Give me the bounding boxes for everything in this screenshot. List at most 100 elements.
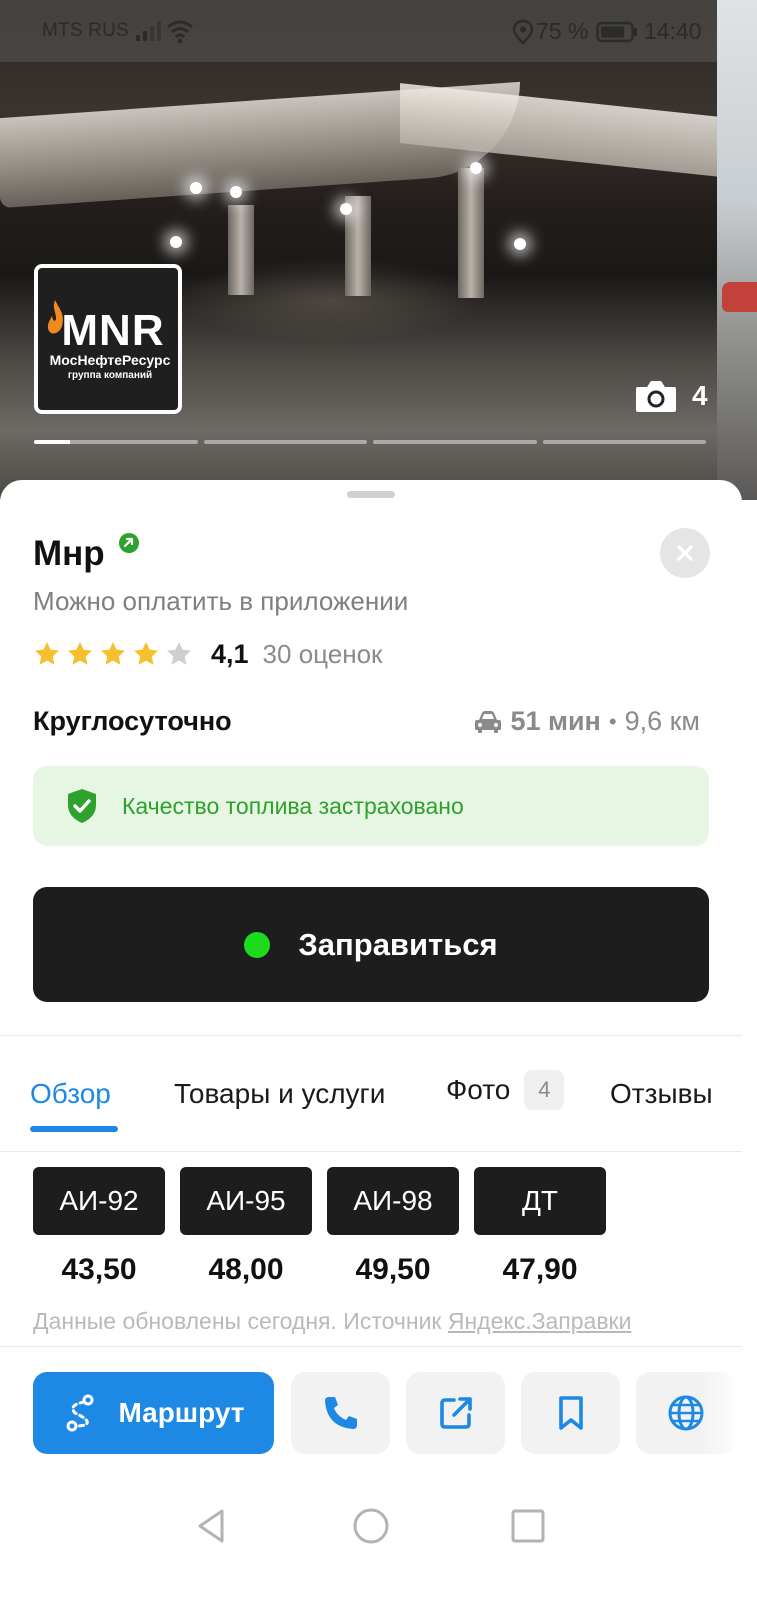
section-divider xyxy=(0,1035,742,1036)
tab-label: Фото xyxy=(446,1074,511,1105)
source-link[interactable]: Яндекс.Заправки xyxy=(448,1308,632,1334)
route-button[interactable]: Маршрут xyxy=(33,1372,274,1454)
place-title: Мнр xyxy=(33,534,105,573)
rating-row[interactable]: 4,1 30 оценок xyxy=(33,636,382,672)
fuel-type: АИ-92 xyxy=(33,1167,165,1235)
sheet-grabber[interactable] xyxy=(347,491,395,498)
next-photo-car xyxy=(722,282,757,312)
rating-count[interactable]: 30 оценок xyxy=(263,639,383,670)
close-button[interactable] xyxy=(660,528,710,578)
fuel-type: ДТ xyxy=(474,1167,606,1235)
status-bar: MTS RUS 75 % 14:40 xyxy=(0,0,717,62)
place-card-sheet: Мнр Можно оплатить в приложении 4,1 30 о… xyxy=(0,480,742,1600)
eta-separator: • xyxy=(608,708,617,734)
share-button[interactable] xyxy=(406,1372,505,1454)
section-divider xyxy=(0,1346,742,1347)
canopy-lamp xyxy=(230,186,242,198)
call-button[interactable] xyxy=(291,1372,390,1454)
canopy-lamp xyxy=(170,236,182,248)
fuel-type: АИ-95 xyxy=(180,1167,312,1235)
star-filled-icon xyxy=(35,642,59,665)
route-label: Маршрут xyxy=(118,1397,245,1428)
bookmark-button[interactable] xyxy=(521,1372,620,1454)
logo-tagline: группа компаний xyxy=(67,370,153,381)
system-navigation-bar xyxy=(0,1484,742,1568)
insurance-text: Качество топлива застраховано xyxy=(122,792,464,819)
tab-overview[interactable]: Обзор xyxy=(30,1078,111,1110)
phone-icon xyxy=(324,1397,357,1429)
rating-value: 4,1 xyxy=(211,638,249,669)
tab-label: Отзывы xyxy=(610,1078,713,1109)
fuel-price: 47,90 xyxy=(502,1253,578,1286)
fuel-price-item[interactable]: АИ-92 43,50 xyxy=(33,1167,165,1287)
tab-reviews[interactable]: Отзывы xyxy=(610,1078,713,1110)
battery-percent: 75 % xyxy=(536,18,589,44)
tab-photos[interactable]: Фото 4 xyxy=(446,1070,565,1110)
bookmark-icon xyxy=(558,1396,583,1430)
car-icon xyxy=(475,710,502,733)
action-bar: Маршрут xyxy=(0,1372,742,1454)
status-carrier: MTS RUS xyxy=(42,20,129,41)
logo-wordmark: MNR xyxy=(61,306,165,355)
fuel-insurance-banner[interactable]: Качество топлива застраховано xyxy=(33,766,709,846)
tab-goods-services[interactable]: Товары и услуги xyxy=(174,1078,385,1110)
nav-recent-icon[interactable] xyxy=(508,1506,548,1546)
data-source-note: Данные обновлены сегодня. Источник Яндек… xyxy=(33,1308,631,1335)
route-icon xyxy=(66,1394,94,1432)
signal-icon xyxy=(136,21,161,41)
fuel-price-item[interactable]: ДТ 47,90 xyxy=(474,1167,606,1287)
fuel-prices: АИ-92 43,50 АИ-95 48,00 АИ-98 49,50 ДТ 4… xyxy=(33,1167,606,1287)
scroll-fade xyxy=(700,1372,742,1454)
star-filled-icon xyxy=(101,642,125,665)
tab-label: Обзор xyxy=(30,1078,111,1109)
refuel-button[interactable]: Заправиться xyxy=(33,887,709,1002)
canopy-lamp xyxy=(514,238,526,250)
photo-carousel[interactable]: MTS RUS 75 % 14:40 MNR МосНефтеРесурс гр… xyxy=(0,0,757,500)
tab-label: Товары и услуги xyxy=(174,1078,386,1109)
photo-count[interactable]: 4 xyxy=(634,378,708,414)
nav-back-icon[interactable] xyxy=(192,1506,232,1546)
station-photo xyxy=(0,0,720,500)
carousel-progress xyxy=(34,440,706,444)
location-icon xyxy=(512,19,534,45)
canopy-lamp xyxy=(470,162,482,174)
tab-photos-badge: 4 xyxy=(524,1070,565,1110)
next-photo-peek[interactable] xyxy=(717,0,757,500)
rating-stars xyxy=(33,640,193,668)
nav-home-icon[interactable] xyxy=(351,1506,391,1546)
canopy-pillar xyxy=(458,168,484,298)
refuel-button-label: Заправиться xyxy=(298,926,498,962)
opening-hours[interactable]: Круглосуточно xyxy=(33,706,232,737)
star-filled-icon xyxy=(68,642,92,665)
wifi-icon xyxy=(167,20,193,44)
eta-distance: 9,6 км xyxy=(624,706,700,736)
canopy-pillar xyxy=(228,205,254,295)
progress-fill xyxy=(34,440,70,444)
battery-icon xyxy=(596,21,637,43)
fuel-price: 43,50 xyxy=(61,1253,137,1286)
source-prefix: Данные обновлены сегодня. Источник xyxy=(33,1308,448,1334)
brand-logo: MNR МосНефтеРесурс группа компаний xyxy=(34,264,182,414)
refuel-status-dot xyxy=(244,931,271,958)
share-icon xyxy=(439,1397,472,1429)
travel-eta[interactable]: 51 мин • 9,6 км xyxy=(474,706,700,737)
progress-segment xyxy=(542,440,706,444)
fuel-price-item[interactable]: АИ-95 48,00 xyxy=(180,1167,312,1287)
verified-icon xyxy=(119,533,139,553)
star-empty-icon xyxy=(167,642,191,665)
tab-bar: Обзор Товары и услуги Фото 4 Отзывы xyxy=(0,1066,742,1132)
place-subtitle: Можно оплатить в приложении xyxy=(33,586,409,616)
photo-count-number: 4 xyxy=(692,380,708,411)
active-tab-indicator xyxy=(30,1126,118,1132)
fuel-type: АИ-98 xyxy=(327,1167,459,1235)
shield-check-icon xyxy=(68,789,96,823)
star-filled-icon xyxy=(134,642,158,665)
status-time: 14:40 xyxy=(644,18,702,44)
canopy-lamp xyxy=(190,182,202,194)
fuel-price-item[interactable]: АИ-98 49,50 xyxy=(327,1167,459,1287)
progress-segment xyxy=(203,440,367,444)
logo-subtitle: МосНефтеРесурс xyxy=(49,352,171,368)
progress-segment xyxy=(34,440,198,444)
fuel-price: 48,00 xyxy=(208,1253,284,1286)
camera-icon xyxy=(636,381,676,412)
